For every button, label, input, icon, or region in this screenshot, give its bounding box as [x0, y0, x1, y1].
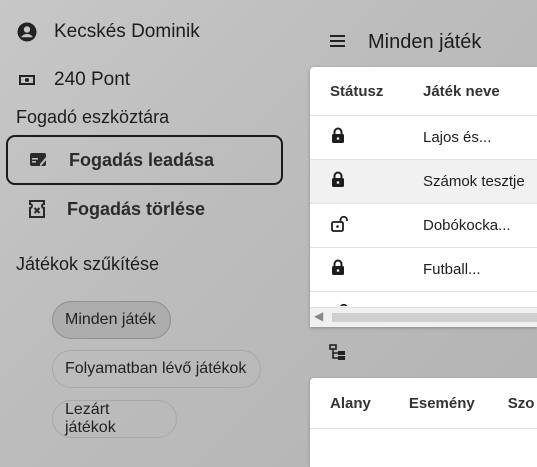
games-table: Státusz Játék neve Lajos és... Számok tes… [310, 67, 537, 327]
column-header-game-name[interactable]: Játék neve [423, 83, 537, 100]
scrollbar-thumb[interactable] [332, 313, 537, 322]
filter-section-title: Játékok szűkítése [16, 254, 160, 274]
game-name-cell: F1... [423, 305, 537, 306]
ticket-edit-icon [29, 150, 49, 170]
lock-icon [331, 171, 345, 192]
table-row[interactable]: Futball... [310, 248, 537, 292]
account-circle-icon [16, 21, 38, 43]
tree-view-icon[interactable] [329, 344, 347, 367]
column-header-status[interactable]: Státusz [310, 83, 423, 100]
delete-bet-button[interactable]: Fogadás törlése [6, 184, 283, 234]
status-cell [310, 127, 423, 148]
user-name-row: Kecskés Dominik [16, 21, 200, 43]
game-name-cell: Futball... [423, 261, 481, 278]
lock-icon [331, 127, 345, 148]
column-header-odds[interactable]: Szo [508, 395, 535, 412]
lock-open-icon [331, 303, 349, 306]
events-table-header: Alany Esemény Szo [310, 378, 537, 429]
column-header-subject[interactable]: Alany [330, 395, 371, 412]
status-cell [310, 215, 423, 236]
scroll-left-arrow-icon[interactable]: ◀ [314, 309, 323, 323]
events-table: Alany Esemény Szo [310, 378, 537, 467]
user-name: Kecskés Dominik [54, 21, 200, 42]
game-name-cell: Számok tesztje [423, 173, 525, 190]
table-row[interactable]: Lajos és... [310, 116, 537, 160]
filter-chip-all[interactable]: Minden játék [52, 301, 171, 339]
tools-section-title: Fogadó eszköztára [16, 107, 170, 127]
table-row[interactable]: F1... [310, 292, 537, 306]
horizontal-scrollbar[interactable]: ◀ [310, 307, 537, 327]
lock-icon [331, 259, 345, 280]
table-row[interactable]: Dobókocka... [310, 204, 537, 248]
filter-chip-closed[interactable]: Lezárt játékok [52, 400, 177, 438]
games-table-body: Lajos és... Számok tesztje Dobókocka... Fut… [310, 116, 537, 306]
user-points: 240 Pont [54, 69, 131, 90]
place-bet-label: Fogadás leadása [69, 149, 215, 170]
game-name-cell: Dobókocka... [423, 217, 511, 234]
cash-icon [16, 69, 38, 91]
status-cell [310, 303, 423, 306]
place-bet-button[interactable]: Fogadás leadása [6, 135, 283, 185]
user-points-row: 240 Pont [16, 69, 130, 91]
games-table-header: Státusz Játék neve [310, 67, 537, 116]
filter-chip-running[interactable]: Folyamatban lévő játékok [52, 350, 261, 388]
status-cell [310, 259, 423, 280]
status-cell [310, 171, 423, 192]
hamburger-menu-icon[interactable] [329, 34, 347, 53]
game-name-cell: Lajos és... [423, 129, 492, 146]
column-header-event[interactable]: Esemény [409, 395, 475, 412]
ticket-delete-icon [27, 199, 47, 219]
lock-open-icon [331, 215, 349, 236]
games-view-title: Minden játék [368, 31, 482, 53]
delete-bet-label: Fogadás törlése [67, 198, 206, 219]
table-row[interactable]: Számok tesztje [310, 160, 537, 204]
